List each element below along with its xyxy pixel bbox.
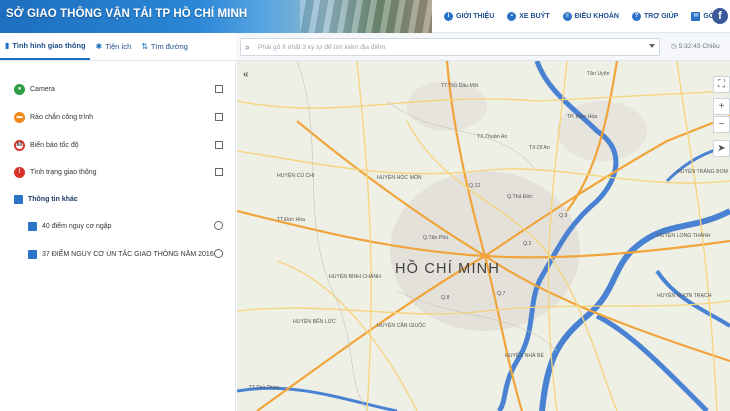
place-label: Q.2	[523, 241, 531, 247]
layer-checkbox[interactable]	[215, 113, 223, 121]
traffic-icon: ▮	[5, 40, 10, 50]
search-bar: ⌕ ◷ 5:32:43 Chiều	[236, 33, 730, 61]
place-label: HUYỆN TRẢNG BOM	[677, 167, 728, 175]
place-label: TP. Biên Hòa	[567, 114, 597, 120]
layer-label: Camera	[30, 85, 55, 93]
collapse-sidebar-button[interactable]: «	[243, 69, 249, 80]
nav-about[interactable]: i GIỚI THIỆU	[444, 12, 494, 21]
place-label: Q.8	[441, 295, 449, 301]
folder-icon	[14, 194, 23, 204]
nav-bus[interactable]: ▪ XE BUÝT	[507, 12, 550, 21]
place-label: HUYỆN BẾN LỨC	[293, 317, 336, 325]
place-label: Q.12	[469, 183, 480, 189]
search-input[interactable]	[258, 41, 638, 54]
sidebar-tabs: ▮ Tình hình giao thông ✱ Tiện ích ⇅ Tìm đườ…	[0, 33, 236, 61]
banner-photo	[300, 0, 432, 33]
layer-label: Rào chắn công trình	[30, 113, 94, 121]
nav-terms[interactable]: ≡ ĐIỀU KHOẢN	[562, 12, 619, 21]
speed-sign-icon: 60	[14, 139, 25, 151]
tab-label: Tìm đường	[150, 41, 188, 51]
place-label: Q.Thủ Đức	[507, 193, 533, 200]
place-label: TT.Thủ Dầu Một	[441, 82, 479, 89]
bus-icon: ▪	[507, 12, 517, 21]
heading-label: Thông tin khác	[28, 195, 78, 203]
place-label: TT.Đức Hòa	[277, 217, 305, 223]
map-view[interactable]: TT.Thủ Dầu Một Tân Uyên TP. Biên Hòa TX.…	[237, 61, 730, 411]
fullscreen-icon[interactable]: ⛶	[713, 76, 730, 93]
gear-icon: ✱	[95, 41, 103, 51]
place-label: Q.9	[559, 213, 567, 219]
chevron-down-icon[interactable]	[649, 44, 655, 48]
item-radio[interactable]	[214, 249, 223, 258]
route-icon: ⇅	[141, 41, 148, 51]
item-label: 40 điểm nguy cơ ngập	[42, 222, 112, 230]
place-label: TX.Dĩ An	[529, 145, 550, 151]
place-label: HUYỆN HÓC MÔN	[377, 173, 422, 181]
search-icon: ⌕	[245, 42, 251, 52]
zoom-out-button[interactable]: −	[713, 116, 730, 133]
map-canvas[interactable]: TT.Thủ Dầu Một Tân Uyên TP. Biên Hòa TX.…	[237, 61, 730, 411]
flood-points-item[interactable]: 40 điểm nguy cơ ngập	[28, 219, 226, 233]
congestion-points-item[interactable]: 37 ĐIỂM NGUY CƠ ÙN TẮC GIAO THÔNG NĂM 20…	[28, 247, 226, 261]
info-icon: i	[444, 12, 453, 21]
site-title: SỞ GIAO THÔNG VẬN TẢI TP HỒ CHÍ MINH	[6, 8, 248, 20]
place-label: HUYỆN CẦN GIUỘC	[377, 321, 426, 329]
layer-camera[interactable]: ● Camera	[14, 82, 226, 96]
place-label: HUYỆN NHÀ BÈ	[505, 351, 544, 359]
place-label: HUYỆN LONG THÀNH	[657, 231, 711, 239]
layer-label: Tình trạng giao thông	[30, 168, 97, 176]
clock-time: 5:32:43 Chiều	[678, 43, 720, 50]
nav-help[interactable]: ? TRỢ GIÚP	[631, 12, 679, 21]
layer-checkbox[interactable]	[215, 85, 223, 93]
help-icon: ?	[631, 12, 641, 21]
layer-construction-barrier[interactable]: ▬ Rào chắn công trình	[14, 110, 226, 124]
traffic-light-icon: !	[14, 166, 25, 178]
layer-checkbox[interactable]	[215, 168, 223, 176]
item-label: 37 ĐIỂM NGUY CƠ ÙN TẮC GIAO THÔNG NĂM 20…	[42, 250, 214, 258]
site-banner[interactable]: SỞ GIAO THÔNG VẬN TẢI TP HỒ CHÍ MINH	[0, 0, 432, 33]
nav-label: GIỚI THIỆU	[456, 13, 495, 20]
tab-traffic-status[interactable]: ▮ Tình hình giao thông	[0, 32, 91, 60]
header: SỞ GIAO THÔNG VẬN TẢI TP HỒ CHÍ MINH i GI…	[0, 0, 730, 33]
camera-icon: ●	[14, 83, 25, 95]
place-label: Q.7	[497, 291, 505, 297]
other-info-heading: Thông tin khác	[14, 192, 226, 206]
tab-directions[interactable]: ⇅ Tìm đường	[136, 32, 193, 60]
layer-traffic-condition[interactable]: ! Tình trạng giao thông	[14, 165, 226, 179]
nav-label: XE BUÝT	[519, 13, 550, 20]
locate-icon[interactable]: ➤	[713, 140, 730, 157]
clock: ◷ 5:32:43 Chiều	[671, 42, 720, 50]
nav-label: ĐIỀU KHOẢN	[574, 13, 619, 20]
place-label: HUYỆN BÌNH CHÁNH	[329, 272, 381, 280]
layer-panel: ● Camera ▬ Rào chắn công trình 60 Biển b…	[0, 61, 236, 411]
layer-label: Biển báo tốc độ	[30, 141, 79, 149]
layer-speed-sign[interactable]: 60 Biển báo tốc độ	[14, 138, 226, 152]
city-label: HỒ CHÍ MINH	[395, 259, 500, 277]
clock-icon: ◷	[671, 43, 679, 50]
nav-label: TRỢ GIÚP	[643, 13, 679, 20]
facebook-icon[interactable]: f	[712, 8, 728, 24]
place-label: HUYỆN NHƠN TRẠCH	[657, 291, 712, 299]
place-label: TX.Thuận An	[477, 134, 507, 140]
place-label: Q.Tân Phú	[423, 235, 448, 241]
place-label: TT.Thủ Thừa	[249, 384, 279, 391]
barrier-icon: ▬	[14, 111, 25, 123]
layer-icon	[28, 221, 37, 231]
place-label: HUYỆN CỦ CHI	[277, 171, 314, 179]
search-box[interactable]: ⌕	[240, 38, 660, 56]
top-navigation: i GIỚI THIỆU ▪ XE BUÝT ≡ ĐIỀU KHOẢN ? TRỢ GI…	[444, 0, 730, 33]
tab-label: Tiện ích	[105, 41, 132, 51]
tab-utilities[interactable]: ✱ Tiện ích	[90, 32, 136, 60]
mail-icon: ✉	[691, 12, 701, 21]
zoom-in-button[interactable]: +	[713, 98, 730, 115]
layer-icon	[28, 249, 37, 259]
tab-label: Tình hình giao thông	[12, 40, 86, 50]
layer-checkbox[interactable]	[215, 141, 223, 149]
place-label: Tân Uyên	[587, 71, 610, 77]
item-radio[interactable]	[214, 221, 223, 230]
document-icon: ≡	[562, 12, 572, 21]
